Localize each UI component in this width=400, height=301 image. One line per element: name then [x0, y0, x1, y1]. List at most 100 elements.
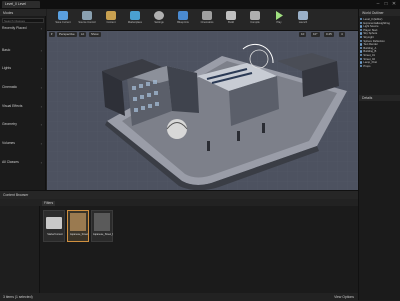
build-icon — [226, 11, 236, 20]
scale-snap-value[interactable]: 0.25 — [324, 32, 334, 37]
main-toolbar: Save Current Source Control Content Mark… — [47, 9, 358, 31]
compile-label: Compile — [250, 21, 260, 24]
marketplace-icon — [130, 11, 140, 20]
content-label: Content — [106, 21, 116, 24]
play-icon — [276, 11, 283, 20]
outliner-row-label: Light Source — [363, 25, 379, 29]
folder-icon — [46, 217, 62, 229]
minimize-icon[interactable]: – — [374, 1, 382, 7]
mode-item-volumes[interactable]: Volumes › — [2, 141, 42, 146]
modes-tab-label[interactable]: Modes — [3, 11, 13, 15]
chevron-right-icon: › — [40, 122, 42, 127]
show-button[interactable]: Show — [89, 32, 101, 37]
modes-panel: Modes Recently Placed › Basic › Lights › Ci… — [0, 9, 46, 190]
content-icon — [106, 11, 116, 20]
item-count: 3 items (1 selected) — [3, 295, 33, 299]
chevron-right-icon: › — [40, 160, 42, 165]
compile-icon — [250, 11, 260, 20]
content-filter-bar: Filters — [0, 199, 358, 206]
settings-label: Settings — [154, 21, 164, 24]
mode-item-label: Cinematic — [2, 85, 18, 89]
mode-item-vfx[interactable]: Visual Effects › — [2, 104, 42, 109]
settings-icon — [154, 11, 164, 20]
scene-render[interactable] — [47, 31, 358, 190]
outliner-row-label: Player Start — [363, 28, 378, 32]
outliner-title: World Outliner — [362, 10, 384, 15]
class-search-input[interactable] — [2, 18, 44, 23]
save-label: Save Current — [55, 21, 71, 24]
mode-item-label: Visual Effects — [2, 104, 23, 108]
outliner-row-label: Sky Sphere — [363, 32, 378, 36]
chevron-right-icon: › — [40, 66, 42, 71]
outliner-row-label: Lamp_Post — [363, 61, 377, 65]
source-control-button[interactable]: Source Control — [77, 11, 97, 29]
marketplace-button[interactable]: Marketplace — [125, 11, 145, 29]
map-thumbnail-icon — [70, 213, 86, 231]
launch-button[interactable]: Launch — [293, 11, 313, 29]
blueprints-button[interactable]: Blueprints — [173, 11, 193, 29]
viewport-menu-button[interactable]: ▾ — [49, 32, 55, 37]
source-control-label: Source Control — [78, 21, 96, 24]
content-button[interactable]: Content — [101, 11, 121, 29]
save-button[interactable]: Save Current — [53, 11, 73, 29]
blueprints-label: Blueprints — [177, 21, 189, 24]
mode-item-cinematic[interactable]: Cinematic › — [2, 85, 42, 90]
chevron-right-icon: › — [40, 26, 42, 31]
maximize-icon[interactable]: □ — [382, 1, 390, 7]
mode-item-recent[interactable]: Recently Placed › — [2, 26, 42, 31]
asset-name: Japanese_Street — [69, 233, 89, 236]
build-label: Build — [228, 21, 234, 24]
cinematics-icon — [202, 11, 212, 20]
mode-item-all-classes[interactable]: All Classes › — [2, 160, 42, 165]
outliner-row-label: Sphere Reflection — [363, 39, 385, 43]
mode-item-basic[interactable]: Basic › — [2, 48, 42, 53]
asset-name: StarterContent — [47, 233, 63, 236]
build-button[interactable]: Build — [221, 11, 241, 29]
built-data-icon — [94, 213, 110, 231]
asset-tile[interactable]: Japanese_Street_BuiltData — [91, 210, 113, 242]
asset-tile[interactable]: StarterContent — [43, 210, 65, 242]
shell-sculpture — [166, 119, 188, 139]
cinematics-label: Cinematics — [200, 21, 214, 24]
mode-item-lights[interactable]: Lights › — [2, 66, 42, 71]
content-browser-header: Content Browser — [0, 191, 358, 199]
launch-label: Launch — [298, 21, 308, 24]
asset-name: Japanese_Street_BuiltData — [93, 233, 113, 236]
rotation-snap-value[interactable]: 10° — [311, 32, 320, 37]
content-browser-title: Content Browser — [3, 193, 29, 197]
cinematics-button[interactable]: Cinematics — [197, 11, 217, 29]
level-tab[interactable]: Level_0 Level — [2, 1, 40, 8]
outliner-row-label: ExponentialHeightFog — [363, 21, 390, 25]
chevron-right-icon: › — [40, 141, 42, 146]
perspective-button[interactable]: Perspective — [57, 32, 77, 37]
compile-button[interactable]: Compile — [245, 11, 265, 29]
mode-item-label: Geometry — [2, 122, 17, 126]
folder-tree — [0, 206, 40, 294]
outliner-row-label: Props — [363, 64, 371, 68]
asset-tile-selected[interactable]: Japanese_Street — [67, 210, 89, 242]
camera-speed-value[interactable]: 4 — [339, 32, 345, 37]
viewport-options-bar: ▾ Perspective Lit Show 10 10° 0.25 4 — [49, 32, 355, 38]
outliner-row-label: Text Render — [363, 43, 378, 47]
content-browser: Content Browser Filters StarterContent J… — [0, 190, 358, 301]
mode-item-label: Lights — [2, 66, 12, 70]
level-viewport[interactable]: ▾ Perspective Lit Show 10 10° 0.25 4 — [47, 31, 358, 190]
lit-button[interactable]: Lit — [79, 32, 87, 37]
outliner-row[interactable]: Props — [360, 65, 400, 69]
details-title: Details — [362, 96, 373, 100]
outliner-header: World Outliner — [359, 9, 400, 16]
outliner-panel: World Outliner Level_0 (Editor) Exponent… — [358, 9, 400, 300]
play-button[interactable]: Play — [269, 11, 289, 29]
mode-item-label: Recently Placed — [2, 26, 27, 30]
settings-button[interactable]: Settings — [149, 11, 169, 29]
modes-tab-header: Modes — [0, 9, 46, 16]
blueprints-icon — [178, 11, 188, 20]
view-options-button[interactable]: View Options — [334, 295, 354, 299]
grid-snap-value[interactable]: 10 — [299, 32, 307, 37]
mode-item-label: Basic — [2, 48, 11, 52]
filters-button[interactable]: Filters — [42, 200, 56, 206]
chevron-right-icon: › — [40, 104, 42, 109]
close-icon[interactable]: ✕ — [390, 1, 398, 7]
mode-item-geometry[interactable]: Geometry › — [2, 122, 42, 127]
outliner-row-label: Building_A — [363, 46, 377, 50]
